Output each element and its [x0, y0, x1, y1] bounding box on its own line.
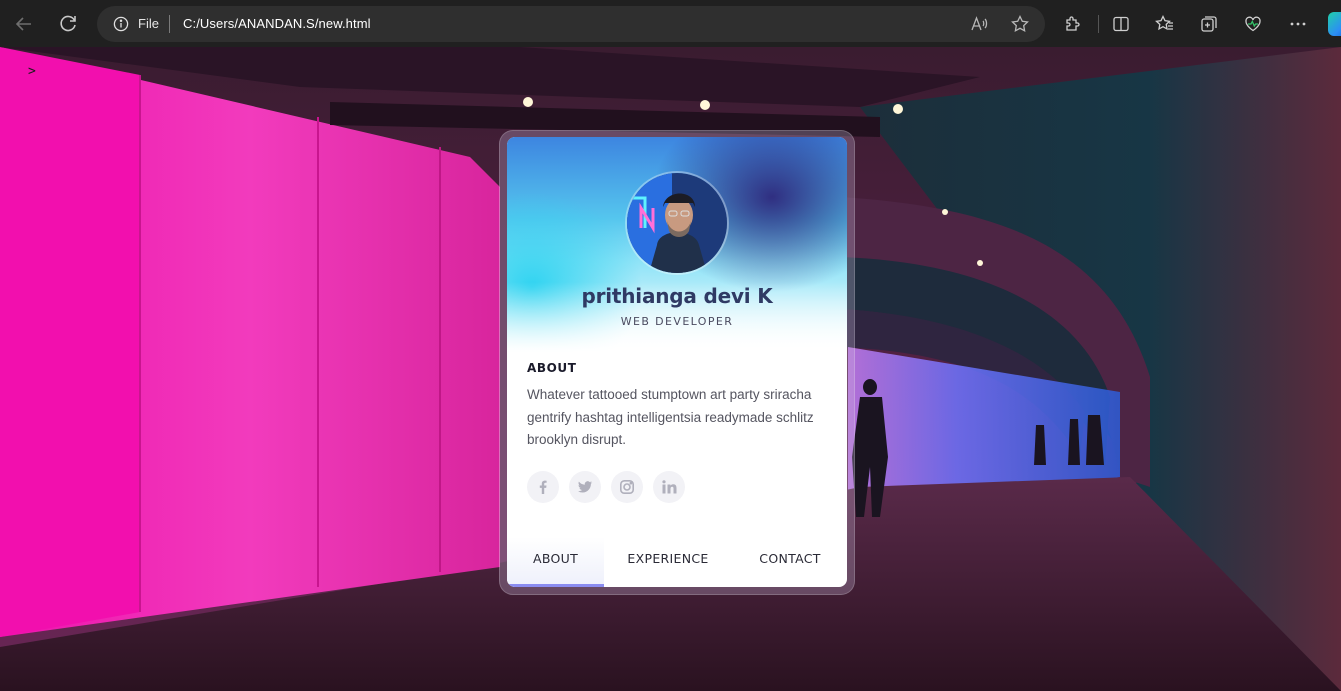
- info-icon[interactable]: [113, 16, 129, 32]
- toolbar-divider: [1098, 15, 1099, 33]
- tab-contact[interactable]: CONTACT: [745, 537, 835, 587]
- reload-icon[interactable]: [56, 12, 80, 36]
- twitter-icon[interactable]: [569, 471, 601, 503]
- extensions-icon[interactable]: [1063, 14, 1083, 34]
- facebook-icon[interactable]: [527, 471, 559, 503]
- page-viewport: > prithianga devi K WEB DEVELOPER ABOUT …: [0, 47, 1341, 691]
- more-icon[interactable]: [1288, 14, 1308, 34]
- page-marker-text: >: [28, 64, 36, 79]
- browser-toolbar: File C:/Users/ANANDAN.S/new.html: [0, 0, 1341, 47]
- about-text: Whatever tattooed stumptown art party sr…: [527, 387, 814, 447]
- tab-about[interactable]: ABOUT: [507, 537, 604, 587]
- url-scheme-label: File: [138, 16, 159, 31]
- read-aloud-icon[interactable]: [969, 14, 989, 34]
- split-screen-icon[interactable]: [1111, 14, 1131, 34]
- linkedin-icon[interactable]: [653, 471, 685, 503]
- about-heading: ABOUT: [527, 361, 577, 375]
- profile-name: prithianga devi K: [581, 284, 773, 308]
- profile-tabs: ABOUT EXPERIENCE CONTACT: [507, 537, 847, 587]
- add-favorite-icon[interactable]: [1010, 14, 1030, 34]
- profile-role: WEB DEVELOPER: [620, 315, 734, 328]
- back-icon[interactable]: [12, 12, 36, 36]
- collections-icon[interactable]: [1199, 14, 1219, 34]
- address-divider: [169, 15, 170, 33]
- browser-essentials-icon[interactable]: [1243, 14, 1263, 34]
- favorites-icon[interactable]: [1155, 14, 1175, 34]
- instagram-icon[interactable]: [611, 471, 643, 503]
- profile-card: prithianga devi K WEB DEVELOPER ABOUT Wh…: [507, 137, 847, 587]
- url-text[interactable]: C:/Users/ANANDAN.S/new.html: [183, 16, 371, 31]
- edge-logo-icon[interactable]: [1328, 12, 1341, 36]
- avatar: [627, 173, 727, 273]
- tab-experience[interactable]: EXPERIENCE: [610, 537, 726, 587]
- address-bar[interactable]: File C:/Users/ANANDAN.S/new.html: [97, 6, 1045, 42]
